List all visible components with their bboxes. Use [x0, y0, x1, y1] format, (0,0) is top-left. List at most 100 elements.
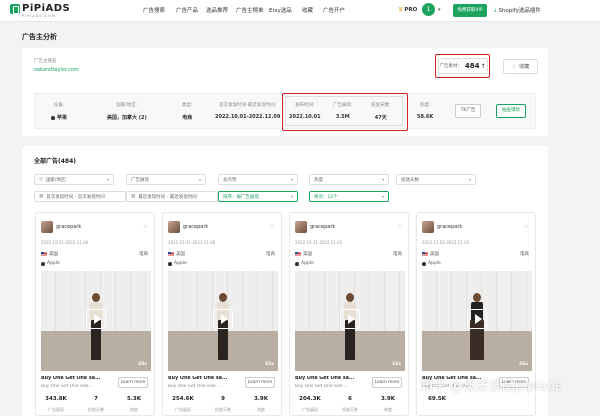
favorite-label: 收藏: [519, 64, 530, 70]
download-icon: ⤓: [494, 6, 497, 13]
us-flag-icon: [41, 252, 47, 256]
brand-logo[interactable]: PiPiADS PIPIADS.COM: [10, 3, 70, 18]
chevron-down-icon: ▾: [106, 177, 109, 182]
filter-region[interactable]: ◎ 国家/地区: ▾: [34, 174, 114, 185]
metric-days: 6: [348, 396, 352, 402]
ad-count-label: 广告素材：: [439, 64, 462, 69]
stat-publish-date-key: 发布时间:: [295, 103, 315, 108]
ad-video-thumbnail[interactable]: 32s: [295, 271, 405, 371]
nav-ad-account[interactable]: 广告开户: [323, 6, 345, 14]
ad-card[interactable]: gracepark ☆ 2022.10.31-2022.11.06 美国 电商 …: [162, 212, 282, 416]
play-icon[interactable]: [467, 309, 487, 329]
account-name[interactable]: gracepark: [56, 224, 81, 230]
tk-ads-button[interactable]: TK广告: [455, 104, 481, 118]
ad-card[interactable]: gracepark ☆ 2022.10.31-2022.11.05 美国 电商 …: [289, 212, 409, 416]
star-icon[interactable]: ☆: [270, 223, 275, 230]
stat-days-value: 47天: [374, 115, 387, 121]
stat-type-key: 类型:: [182, 103, 193, 108]
ad-count-badge: 广告素材： 484 ↑: [437, 58, 488, 74]
ad-region: 美国: [49, 252, 58, 257]
pro-badge[interactable]: ♛ PRO: [398, 6, 417, 13]
figure-head: [219, 293, 227, 302]
filter-last-seen[interactable]: ▦ 最近发现时间 - 最近发现时间: [126, 191, 218, 202]
ad-video-thumbnail[interactable]: 25s: [41, 271, 151, 371]
favorite-button[interactable]: ☆ 收藏: [503, 59, 538, 74]
star-icon[interactable]: ☆: [397, 223, 402, 230]
ad-description: Buy One Get One sale ...: [41, 384, 95, 389]
trial-vip-button[interactable]: 免费获取VIP: [453, 4, 487, 17]
filter-last-seen-label: 最近发现时间 - 最近发现时间: [138, 194, 197, 200]
stat-publish-date: 发布时间: 2022.10.01: [289, 102, 321, 120]
chevron-down-icon[interactable]: ▾: [438, 7, 441, 13]
star-icon[interactable]: ☆: [524, 223, 529, 230]
stat-days: 投放天数: 47天: [371, 102, 391, 121]
ad-category: 电商: [393, 252, 402, 257]
learn-more-button[interactable]: Learn more: [118, 377, 148, 388]
nav-ad-products-label: 广告产品: [176, 8, 199, 14]
filter-impressions[interactable]: 广告展现 ▾: [126, 174, 206, 185]
stat-heat: 热度: 58.6K: [417, 102, 433, 120]
advertiser-url[interactable]: oakandtaylor.com: [34, 67, 79, 73]
learn-more-button[interactable]: Learn more: [372, 377, 402, 388]
metric-days-label: 投放天数: [88, 407, 104, 412]
account-name[interactable]: gracepark: [437, 224, 462, 230]
filter-likes[interactable]: 总点赞 ▾: [218, 174, 298, 185]
fetch-hot-button[interactable]: 抽查爆款: [496, 104, 526, 118]
avatar: [168, 221, 180, 233]
filter-first-seen-label: 首次发现时间 - 首次发现时间: [46, 194, 105, 200]
stat-region-value: 美国，加拿大 (2): [107, 115, 147, 121]
nav-ad-search[interactable]: 广告搜索: [143, 6, 165, 14]
metric-impressions: 254.6K: [172, 396, 194, 402]
play-icon[interactable]: [86, 309, 106, 329]
account-name[interactable]: gracepark: [183, 224, 208, 230]
account-name[interactable]: gracepark: [310, 224, 335, 230]
ad-date-range: 2022.11.02-2022.11.03: [422, 240, 470, 245]
stat-impressions-key: 广告展现:: [333, 103, 353, 108]
shopify-plugin-link[interactable]: ⤓ Shopify选品插件: [494, 6, 541, 15]
pro-label: PRO: [404, 6, 418, 13]
calendar-icon: ▦: [131, 194, 136, 199]
nav-product-recs[interactable]: 选品推荐: [206, 6, 228, 14]
ad-video-thumbnail[interactable]: 32s: [168, 271, 278, 371]
sort-select[interactable]: 排序：按广告展现 ▾: [218, 191, 298, 202]
metric-heat-label: 热度: [130, 407, 138, 412]
nav-ad-products[interactable]: 广告产品: [176, 6, 198, 14]
all-ads-title: 全部广告(484): [34, 158, 77, 165]
ad-platform: Apple: [301, 261, 314, 266]
ad-count-highlight: 广告素材： 484 ↑: [435, 54, 490, 78]
filter-likes-label: 总点赞: [223, 177, 237, 183]
chevron-down-icon: ▾: [468, 177, 471, 182]
page-size-select[interactable]: 每页：12个 ▾: [309, 191, 389, 202]
metric-days: 7: [94, 396, 98, 402]
brand-name: PiPiADS: [22, 3, 71, 14]
globe-icon: ◎: [39, 177, 43, 182]
ad-video-thumbnail[interactable]: 26s: [422, 271, 532, 371]
ad-card[interactable]: gracepark ☆ 2022.10.31-2022.11.06 美国 电商 …: [35, 212, 155, 416]
ad-date-range: 2022.10.31-2022.11.06: [41, 240, 89, 245]
learn-more-button[interactable]: Learn more: [245, 377, 275, 388]
stat-type: 类型: 电商: [182, 102, 193, 121]
ad-description: Buy One Get One sale ...: [295, 384, 349, 389]
ad-title: Buy One Get One sa...: [41, 376, 101, 381]
filter-days[interactable]: 投放天数 ▾: [396, 174, 476, 185]
calendar-icon: ▦: [39, 194, 44, 199]
nav-advertiser-rank[interactable]: 广告主榜单: [236, 6, 264, 14]
top-nav: PiPiADS PIPIADS.COM 广告搜索 广告产品 选品推荐 广告主榜单…: [0, 0, 600, 22]
metric-impressions-label: 广告展现: [175, 407, 191, 412]
ad-platform: Apple: [47, 261, 60, 266]
apple-icon: [41, 261, 45, 266]
nav-favorites[interactable]: 收藏: [302, 6, 313, 14]
filter-heat[interactable]: 热度 ▾: [309, 174, 389, 185]
avatar: [295, 221, 307, 233]
play-icon[interactable]: [340, 309, 360, 329]
avatar[interactable]: 1: [422, 3, 435, 16]
advertiser-card: 广告主域名 oakandtaylor.com 广告素材： 484 ↑ ☆ 收藏 …: [22, 48, 548, 136]
stat-impressions-value: 3.5M: [335, 114, 350, 120]
play-icon[interactable]: [213, 309, 233, 329]
nav-etsy[interactable]: Etsy选品: [269, 6, 292, 14]
filter-first-seen[interactable]: ▦ 首次发现时间 - 首次发现时间: [34, 191, 126, 202]
star-icon[interactable]: ☆: [143, 223, 148, 230]
plugin-label: Shopify选品插件: [498, 8, 541, 14]
ad-title: Buy One Get One sa...: [295, 376, 355, 381]
chevron-down-icon: ▾: [381, 194, 384, 199]
